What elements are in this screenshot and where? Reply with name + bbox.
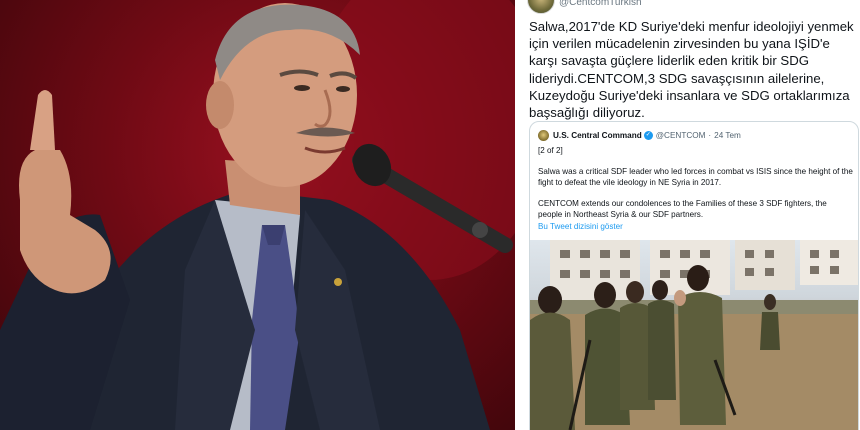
centcom-avatar[interactable]	[538, 129, 549, 141]
quoted-part-label: [2 of 2]	[538, 146, 563, 155]
header-separator: ·	[708, 130, 712, 140]
quoted-tweet-card[interactable]: U.S. Central Command ✓ @CENTCOM · 24 Tem…	[529, 121, 859, 430]
quoted-paragraph-1: Salwa was a critical SDF leader who led …	[538, 167, 853, 187]
fighters-photo-icon	[530, 240, 858, 430]
show-thread-link[interactable]: Bu Tweet dizisini göster	[538, 222, 623, 231]
verified-badge-icon: ✓	[643, 130, 653, 140]
account-avatar[interactable]	[527, 0, 555, 14]
man-speaking-photo-icon	[0, 0, 515, 430]
fighters-photo[interactable]	[530, 240, 858, 430]
quoted-tweet-body: [2 of 2] Salwa was a critical SDF leader…	[538, 145, 853, 230]
tweet-text: Salwa,2017'de KD Suriye'deki menfur ideo…	[529, 19, 854, 121]
account-handle[interactable]: @CentcomTurkish	[559, 0, 642, 8]
speaker-photo	[0, 0, 515, 430]
quoted-tweet-header: U.S. Central Command ✓ @CENTCOM · 24 Tem	[538, 128, 744, 142]
quoted-author-handle[interactable]: @CENTCOM	[656, 131, 706, 140]
quoted-author-name[interactable]: U.S. Central Command	[553, 131, 642, 140]
tweet-panel: @CentcomTurkish Salwa,2017'de KD Suriye'…	[519, 0, 860, 430]
quoted-paragraph-2: CENTCOM extends our condolences to the F…	[538, 199, 827, 219]
quoted-tweet-time[interactable]: 24 Tem	[714, 131, 741, 140]
